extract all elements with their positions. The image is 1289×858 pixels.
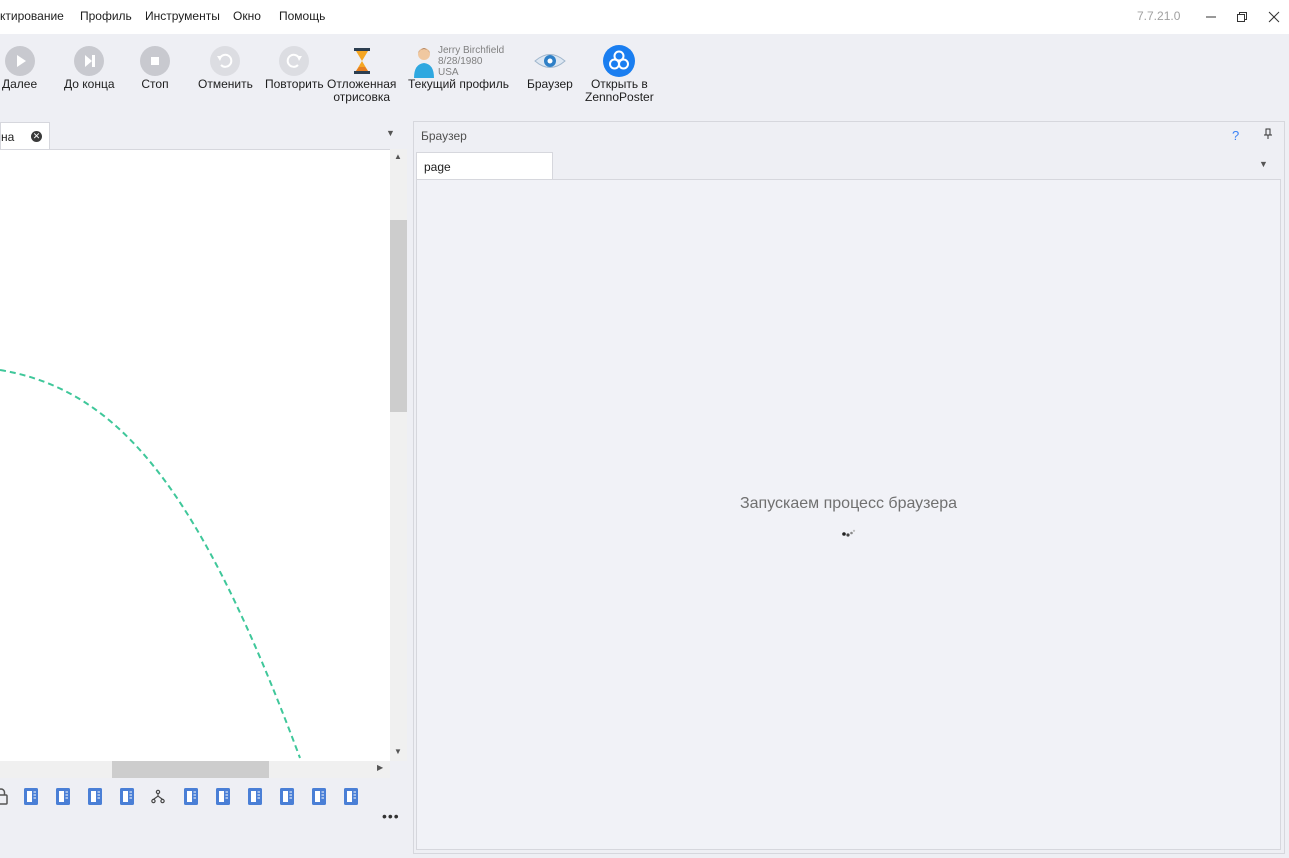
tabs-dropdown-icon[interactable]: ▼ [386, 128, 395, 138]
browser-viewport[interactable]: Запускаем процесс браузера [416, 179, 1281, 850]
close-icon [1268, 11, 1280, 23]
next-label: Далее [2, 77, 38, 91]
action-block-icon[interactable] [184, 788, 198, 805]
play-icon [3, 44, 37, 78]
loading-spinner-icon [842, 529, 856, 537]
to-end-label: До конца [64, 77, 115, 91]
scroll-down-icon[interactable]: ▼ [394, 747, 402, 756]
horizontal-scrollbar[interactable]: ▶ [0, 761, 390, 778]
toolbar: Далее До конца Стоп Отменить Повторить О… [0, 34, 1289, 114]
action-block-icon[interactable] [120, 788, 134, 805]
hourglass-icon [345, 44, 379, 78]
minimize-button[interactable] [1195, 0, 1227, 34]
redo-button[interactable]: Повторить [265, 44, 324, 91]
stop-icon [138, 44, 172, 78]
actions-bar [0, 778, 407, 853]
stop-button[interactable]: Стоп [138, 44, 172, 91]
menu-bar: ктирование Профиль Инструменты Окно Помо… [0, 0, 1289, 34]
scroll-up-icon[interactable]: ▲ [394, 152, 402, 161]
browser-label: Браузер [527, 77, 573, 91]
browser-panel: Браузер ? page ▼ Запускаем процесс брауз… [413, 121, 1285, 854]
loading-message: Запускаем процесс браузера [739, 495, 958, 512]
vertical-scroll-thumb[interactable] [390, 220, 407, 412]
connector-line [0, 369, 301, 759]
action-block-icon[interactable] [344, 788, 358, 805]
action-block-icon[interactable] [24, 788, 38, 805]
profile-name: Jerry Birchfield [438, 45, 505, 56]
horizontal-scroll-thumb[interactable] [112, 761, 269, 778]
minimize-icon [1206, 16, 1216, 18]
action-block-icon[interactable] [280, 788, 294, 805]
branch-icon[interactable] [151, 788, 165, 805]
close-tab-icon[interactable]: ✕ [31, 131, 42, 142]
current-profile-label: Текущий профиль [408, 77, 510, 91]
undo-button[interactable]: Отменить [198, 44, 253, 91]
undo-icon [208, 44, 242, 78]
undo-label: Отменить [198, 77, 253, 91]
vertical-scrollbar[interactable]: ▲ ▼ [390, 149, 407, 761]
lock-icon[interactable] [0, 788, 8, 805]
action-block-icon[interactable] [312, 788, 326, 805]
scroll-right-icon[interactable]: ▶ [377, 763, 383, 772]
project-canvas[interactable] [0, 149, 390, 761]
open-in-label-2: ZennoPoster [585, 90, 654, 104]
restore-button[interactable] [1226, 0, 1258, 34]
project-tab[interactable]: на ✕ [0, 122, 50, 149]
to-end-button[interactable]: До конца [64, 44, 115, 91]
version-label: 7.7.21.0 [1137, 9, 1181, 23]
stop-label: Стоп [141, 77, 169, 91]
browser-tabs-dropdown-icon[interactable]: ▼ [1259, 159, 1268, 169]
deferred-render-label-2: отрисовка [333, 90, 391, 104]
action-block-icon[interactable] [88, 788, 102, 805]
page-tab-label: page [424, 160, 451, 174]
browser-panel-title: Браузер [421, 129, 467, 143]
redo-icon [277, 44, 311, 78]
restore-icon [1237, 12, 1247, 22]
open-in-zennoposter-button[interactable]: Открыть в ZennoPoster [585, 44, 654, 104]
skip-end-icon [72, 44, 106, 78]
close-window-button[interactable] [1258, 0, 1289, 34]
profile-country: USA [438, 67, 459, 78]
redo-label: Повторить [265, 77, 324, 91]
menu-tools[interactable]: Инструменты [145, 9, 220, 23]
browser-panel-header: Браузер ? [414, 122, 1284, 149]
menu-window[interactable]: Окно [233, 9, 261, 23]
tab-page[interactable]: page [416, 152, 553, 179]
zennoposter-logo-icon [602, 44, 636, 78]
menu-help[interactable]: Помощь [279, 9, 325, 23]
profile-birthdate: 8/28/1980 [438, 56, 483, 67]
action-block-icon[interactable] [216, 788, 230, 805]
action-block-icon[interactable] [56, 788, 70, 805]
menu-profile[interactable]: Профиль [80, 9, 132, 23]
action-block-icon[interactable] [248, 788, 262, 805]
more-actions-icon[interactable]: ••• [382, 808, 400, 824]
profile-info: Jerry Birchfield 8/28/1980 USA [438, 45, 504, 78]
browser-button[interactable]: Браузер [527, 44, 573, 91]
menu-edit[interactable]: ктирование [0, 9, 64, 23]
deferred-render-button[interactable]: Отложенная отрисовка [327, 44, 396, 104]
eye-icon [533, 44, 567, 78]
next-button[interactable]: Далее [2, 44, 37, 91]
project-tab-label: на [1, 130, 15, 144]
project-panel: на ✕ ▼ ▲ ▼ ▶ ••• [0, 120, 407, 856]
pin-icon[interactable] [1263, 128, 1273, 140]
help-icon[interactable]: ? [1232, 128, 1239, 143]
